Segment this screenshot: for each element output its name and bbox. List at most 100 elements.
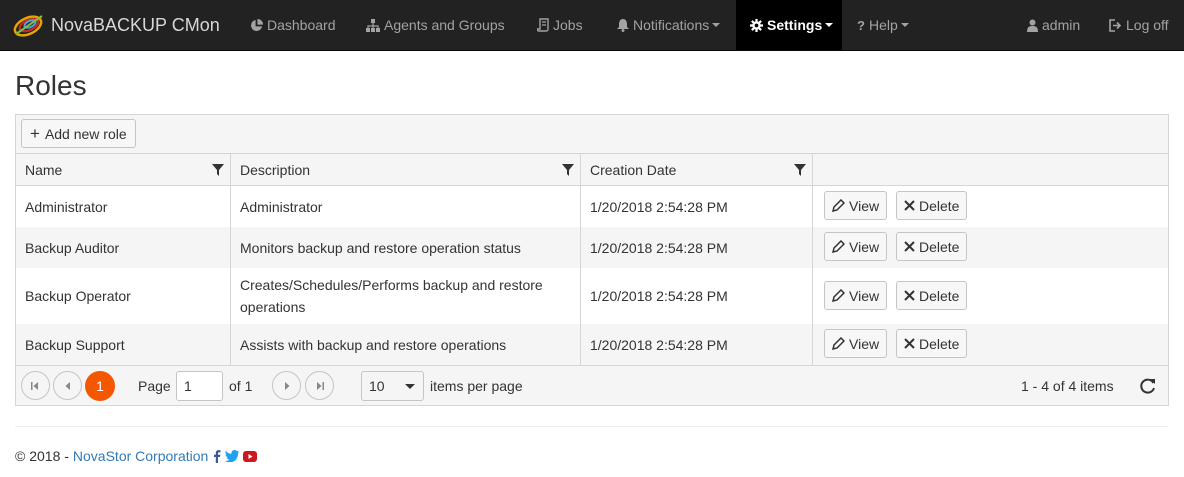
table-row: Backup Operator Creates/Schedules/Perfor… bbox=[16, 268, 1168, 324]
facebook-icon[interactable] bbox=[213, 449, 221, 463]
view-button[interactable]: View bbox=[824, 191, 888, 220]
cell-description: Monitors backup and restore operation st… bbox=[231, 227, 581, 268]
brand-name: NovaBACKUP CMon bbox=[51, 14, 220, 35]
cell-name: Backup Auditor bbox=[16, 227, 231, 268]
cell-created: 1/20/2018 2:54:28 PM bbox=[581, 268, 813, 324]
cell-name: Administrator bbox=[16, 186, 231, 227]
novabackup-logo-icon bbox=[13, 15, 43, 37]
footer: © 2018 - NovaStor Corporation bbox=[15, 447, 258, 465]
prev-page-icon bbox=[65, 381, 70, 390]
delete-label: Delete bbox=[919, 287, 960, 304]
table-row: Administrator Administrator 1/20/2018 2:… bbox=[16, 186, 1168, 227]
next-page-icon bbox=[284, 381, 289, 390]
page-title: Roles bbox=[15, 70, 87, 101]
delete-button[interactable]: Delete bbox=[896, 191, 968, 220]
page-input[interactable]: 1 bbox=[176, 371, 223, 401]
table-row: Backup Auditor Monitors backup and resto… bbox=[16, 227, 1168, 268]
view-label: View bbox=[849, 335, 880, 352]
nav-dashboard[interactable]: Dashboard bbox=[250, 0, 336, 50]
column-header-label: Creation Date bbox=[590, 162, 677, 178]
nav-help-label: Help bbox=[868, 17, 898, 33]
cell-created: 1/20/2018 2:54:28 PM bbox=[581, 186, 813, 227]
column-header-label: Name bbox=[25, 162, 63, 178]
user-icon bbox=[1027, 19, 1038, 32]
grid-toolbar: + Add new role bbox=[16, 115, 1168, 154]
close-icon bbox=[904, 241, 915, 252]
cell-description: Creates/Schedules/Performs backup and re… bbox=[231, 268, 581, 324]
pager: 1 Page 1 of 1 10 items per page 1 - 4 of… bbox=[16, 365, 1168, 405]
nav-settings-label: Settings bbox=[767, 17, 823, 33]
next-page-button[interactable] bbox=[272, 371, 301, 400]
chevron-down-icon bbox=[825, 23, 834, 27]
filter-icon[interactable] bbox=[562, 164, 574, 176]
top-navbar: NovaBACKUP CMon Dashboard Agents and Gro… bbox=[0, 0, 1184, 51]
delete-button[interactable]: Delete bbox=[896, 281, 968, 310]
pencil-icon bbox=[832, 240, 845, 253]
first-page-button[interactable] bbox=[21, 371, 50, 400]
chevron-down-icon bbox=[712, 23, 721, 27]
add-new-role-button[interactable]: + Add new role bbox=[21, 119, 136, 148]
table-header: Name Description Creation Date bbox=[16, 154, 1168, 186]
refresh-icon[interactable] bbox=[1139, 377, 1157, 395]
column-header-name[interactable]: Name bbox=[16, 154, 231, 186]
filter-icon[interactable] bbox=[212, 164, 224, 176]
delete-button[interactable]: Delete bbox=[896, 329, 968, 358]
nav-logoff[interactable]: Log off bbox=[1109, 0, 1169, 50]
gear-icon bbox=[750, 18, 763, 32]
current-page-button[interactable]: 1 bbox=[85, 371, 115, 401]
delete-label: Delete bbox=[919, 335, 960, 352]
nav-notifications[interactable]: Notifications bbox=[617, 0, 721, 50]
filter-icon[interactable] bbox=[794, 164, 806, 176]
view-button[interactable]: View bbox=[824, 281, 888, 310]
question-icon: ? bbox=[857, 17, 865, 33]
cell-created: 1/20/2018 2:54:28 PM bbox=[581, 227, 813, 268]
cell-description: Assists with backup and restore operatio… bbox=[231, 324, 581, 365]
delete-button[interactable]: Delete bbox=[896, 232, 968, 261]
delete-label: Delete bbox=[919, 197, 960, 214]
chevron-down-icon bbox=[405, 384, 415, 389]
delete-label: Delete bbox=[919, 238, 960, 255]
nav-agents-and-groups[interactable]: Agents and Groups bbox=[366, 0, 505, 50]
nav-user-label: admin bbox=[1042, 17, 1081, 33]
scroll-icon bbox=[537, 18, 549, 32]
nav-dashboard-label: Dashboard bbox=[267, 17, 336, 33]
nav-user[interactable]: admin bbox=[1027, 0, 1080, 50]
add-new-role-label: Add new role bbox=[44, 125, 127, 142]
view-label: View bbox=[849, 197, 880, 214]
view-button[interactable]: View bbox=[824, 329, 888, 358]
pager-summary: 1 - 4 of 4 items bbox=[1021, 378, 1114, 394]
page-size-select[interactable]: 10 bbox=[361, 371, 424, 401]
pencil-icon bbox=[832, 337, 845, 350]
column-header-description[interactable]: Description bbox=[231, 154, 581, 186]
close-icon bbox=[904, 338, 915, 349]
view-button[interactable]: View bbox=[824, 232, 888, 261]
nav-jobs-label: Jobs bbox=[553, 17, 583, 33]
pencil-icon bbox=[832, 289, 845, 302]
table-row: Backup Support Assists with backup and r… bbox=[16, 324, 1168, 365]
page-label: Page bbox=[138, 378, 171, 394]
page-count-label: of 1 bbox=[229, 378, 253, 394]
nav-agents-label: Agents and Groups bbox=[384, 17, 505, 33]
brand[interactable]: NovaBACKUP CMon bbox=[12, 0, 220, 50]
page-size-value: 10 bbox=[369, 378, 385, 394]
chevron-down-icon bbox=[900, 23, 909, 27]
last-page-icon bbox=[317, 381, 324, 390]
column-header-creation-date[interactable]: Creation Date bbox=[581, 154, 813, 186]
plus-icon: + bbox=[30, 124, 40, 143]
nav-settings[interactable]: Settings bbox=[736, 0, 842, 50]
first-page-icon bbox=[31, 381, 38, 390]
youtube-icon[interactable] bbox=[243, 450, 258, 462]
column-header-actions bbox=[813, 154, 1168, 186]
last-page-button[interactable] bbox=[305, 371, 334, 400]
items-per-page-label: items per page bbox=[430, 378, 523, 394]
close-icon bbox=[904, 290, 915, 301]
bell-icon bbox=[617, 18, 629, 32]
column-header-label: Description bbox=[240, 162, 311, 178]
nav-help[interactable]: ? Help bbox=[857, 0, 909, 50]
twitter-icon[interactable] bbox=[225, 450, 240, 462]
footer-divider bbox=[15, 426, 1169, 427]
prev-page-button[interactable] bbox=[53, 371, 82, 400]
company-link[interactable]: NovaStor Corporation bbox=[73, 448, 208, 464]
nav-jobs[interactable]: Jobs bbox=[537, 0, 583, 50]
cell-name: Backup Support bbox=[16, 324, 231, 365]
